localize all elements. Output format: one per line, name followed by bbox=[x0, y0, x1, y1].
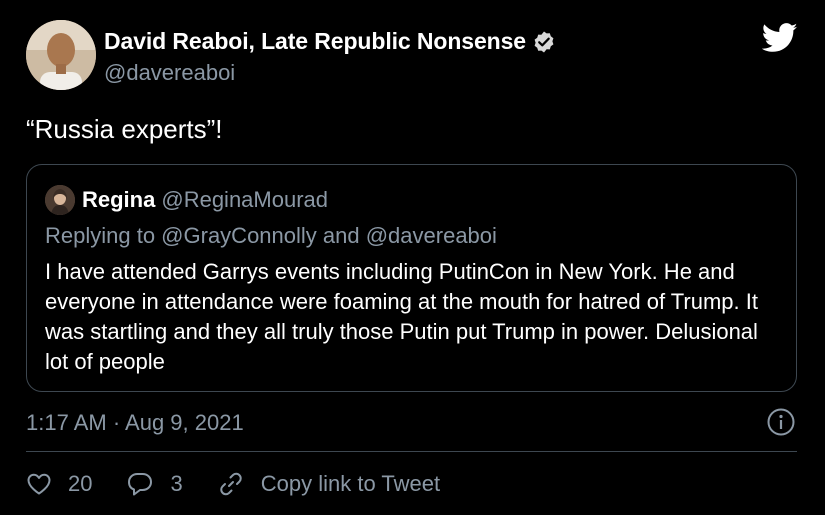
tweet-text: “Russia experts”! bbox=[26, 114, 223, 144]
action-bar: 20 3 Copy link to Tweet bbox=[26, 470, 474, 498]
quoted-author-name[interactable]: Regina bbox=[82, 187, 155, 212]
like-button[interactable]: 20 bbox=[26, 471, 92, 497]
quoted-author-avatar[interactable] bbox=[45, 185, 75, 215]
author-name[interactable]: David Reaboi, Late Republic Nonsense bbox=[104, 28, 526, 55]
quoted-tweet[interactable]: Regina @ReginaMourad Replying to @GrayCon… bbox=[26, 164, 797, 392]
divider bbox=[26, 451, 797, 452]
twitter-bird-icon[interactable] bbox=[761, 22, 798, 54]
like-count: 20 bbox=[68, 471, 93, 496]
link-icon bbox=[220, 472, 242, 496]
tweet-card: David Reaboi, Late Republic Nonsense @da… bbox=[0, 0, 825, 515]
replying-to-line: Replying to @GrayConnolly and @davereabo… bbox=[45, 223, 497, 248]
reply-bubble-icon bbox=[128, 473, 153, 496]
info-icon[interactable] bbox=[766, 407, 796, 437]
verified-badge-icon bbox=[532, 30, 556, 54]
reply-button[interactable]: 3 bbox=[126, 471, 183, 497]
copy-link-button[interactable]: Copy link to Tweet bbox=[217, 470, 440, 498]
reply-count: 3 bbox=[170, 471, 183, 496]
author-name-row: David Reaboi, Late Republic Nonsense bbox=[104, 28, 556, 55]
quoted-author-handle[interactable]: @ReginaMourad bbox=[161, 187, 328, 212]
copy-link-label: Copy link to Tweet bbox=[260, 471, 441, 496]
quoted-header: Regina @ReginaMourad bbox=[82, 187, 328, 213]
heart-icon bbox=[27, 473, 51, 495]
tweet-timestamp[interactable]: 1:17 AM · Aug 9, 2021 bbox=[26, 410, 244, 436]
quoted-text: I have attended Garrys events including … bbox=[45, 259, 758, 374]
author-avatar[interactable] bbox=[26, 20, 96, 90]
author-handle[interactable]: @davereaboi bbox=[104, 60, 235, 86]
